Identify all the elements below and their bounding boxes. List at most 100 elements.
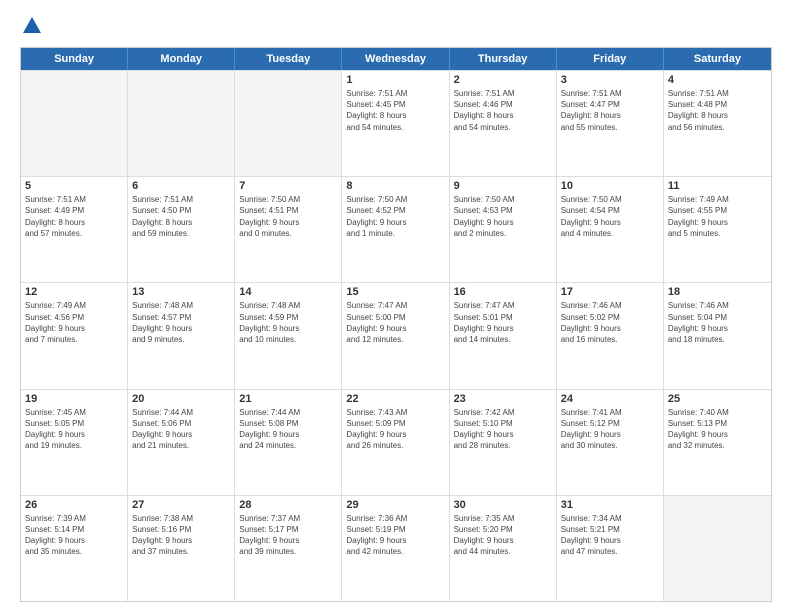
- day-number: 24: [561, 393, 659, 405]
- day-cell-22: 22 Sunrise: 7:43 AM Sunset: 5:09 PM Dayli…: [342, 390, 449, 495]
- cell-info: Sunrise: 7:44 AM Sunset: 5:08 PM Dayligh…: [239, 407, 337, 452]
- cell-info: Sunrise: 7:48 AM Sunset: 4:59 PM Dayligh…: [239, 300, 337, 345]
- cell-info: Sunrise: 7:46 AM Sunset: 5:02 PM Dayligh…: [561, 300, 659, 345]
- day-cell-4: 4 Sunrise: 7:51 AM Sunset: 4:48 PM Daylig…: [664, 71, 771, 176]
- day-number: 4: [668, 74, 767, 86]
- day-number: 9: [454, 180, 552, 192]
- cell-info: Sunrise: 7:50 AM Sunset: 4:52 PM Dayligh…: [346, 194, 444, 239]
- day-header-friday: Friday: [557, 48, 664, 70]
- day-header-tuesday: Tuesday: [235, 48, 342, 70]
- cell-info: Sunrise: 7:36 AM Sunset: 5:19 PM Dayligh…: [346, 513, 444, 558]
- day-number: 19: [25, 393, 123, 405]
- calendar: SundayMondayTuesdayWednesdayThursdayFrid…: [20, 47, 772, 602]
- day-cell-27: 27Sunrise: 7:38 AM Sunset: 5:16 PM Dayli…: [128, 496, 235, 601]
- day-cell-16: 16 Sunrise: 7:47 AM Sunset: 5:01 PM Dayli…: [450, 283, 557, 388]
- day-number: 16: [454, 286, 552, 298]
- day-cell-14: 14 Sunrise: 7:48 AM Sunset: 4:59 PM Dayli…: [235, 283, 342, 388]
- logo-icon: [21, 15, 43, 37]
- day-cell-21: 21 Sunrise: 7:44 AM Sunset: 5:08 PM Dayli…: [235, 390, 342, 495]
- day-number: 14: [239, 286, 337, 298]
- day-cell-26: 26 Sunrise: 7:39 AM Sunset: 5:14 PM Dayli…: [21, 496, 128, 601]
- calendar-header: SundayMondayTuesdayWednesdayThursdayFrid…: [21, 48, 771, 70]
- cell-info: Sunrise: 7:47 AM Sunset: 5:00 PM Dayligh…: [346, 300, 444, 345]
- cell-info: Sunrise: 7:50 AM Sunset: 4:53 PM Dayligh…: [454, 194, 552, 239]
- day-cell-13: 13 Sunrise: 7:48 AM Sunset: 4:57 PM Dayli…: [128, 283, 235, 388]
- cell-info: Sunrise: 7:35 AM Sunset: 5:20 PM Dayligh…: [454, 513, 552, 558]
- day-cell-20: 20 Sunrise: 7:44 AM Sunset: 5:06 PM Dayli…: [128, 390, 235, 495]
- day-number: 5: [25, 180, 123, 192]
- cell-info: Sunrise: 7:46 AM Sunset: 5:04 PM Dayligh…: [668, 300, 767, 345]
- day-number: 22: [346, 393, 444, 405]
- day-number: 23: [454, 393, 552, 405]
- cell-info: Sunrise: 7:38 AM Sunset: 5:16 PM Dayligh…: [132, 513, 230, 558]
- day-cell-23: 23 Sunrise: 7:42 AM Sunset: 5:10 PM Dayli…: [450, 390, 557, 495]
- week-row-4: 19Sunrise: 7:45 AM Sunset: 5:05 PM Dayli…: [21, 389, 771, 495]
- day-cell-9: 9 Sunrise: 7:50 AM Sunset: 4:53 PM Daylig…: [450, 177, 557, 282]
- cell-info: Sunrise: 7:50 AM Sunset: 4:51 PM Dayligh…: [239, 194, 337, 239]
- page: SundayMondayTuesdayWednesdayThursdayFrid…: [0, 0, 792, 612]
- day-header-monday: Monday: [128, 48, 235, 70]
- day-cell-28: 28Sunrise: 7:37 AM Sunset: 5:17 PM Dayli…: [235, 496, 342, 601]
- day-number: 25: [668, 393, 767, 405]
- day-header-wednesday: Wednesday: [342, 48, 449, 70]
- day-header-thursday: Thursday: [450, 48, 557, 70]
- day-number: 15: [346, 286, 444, 298]
- day-cell-18: 18 Sunrise: 7:46 AM Sunset: 5:04 PM Dayli…: [664, 283, 771, 388]
- day-number: 18: [668, 286, 767, 298]
- week-row-5: 26 Sunrise: 7:39 AM Sunset: 5:14 PM Dayli…: [21, 495, 771, 601]
- day-number: 3: [561, 74, 659, 86]
- cell-info: Sunrise: 7:49 AM Sunset: 4:55 PM Dayligh…: [668, 194, 767, 239]
- empty-cell: [21, 71, 128, 176]
- cell-info: Sunrise: 7:39 AM Sunset: 5:14 PM Dayligh…: [25, 513, 123, 558]
- day-number: 31: [561, 499, 659, 511]
- day-cell-2: 2 Sunrise: 7:51 AM Sunset: 4:46 PM Daylig…: [450, 71, 557, 176]
- day-number: 6: [132, 180, 230, 192]
- cell-info: Sunrise: 7:51 AM Sunset: 4:49 PM Dayligh…: [25, 194, 123, 239]
- day-number: 21: [239, 393, 337, 405]
- day-cell-3: 3 Sunrise: 7:51 AM Sunset: 4:47 PM Daylig…: [557, 71, 664, 176]
- day-cell-29: 29Sunrise: 7:36 AM Sunset: 5:19 PM Dayli…: [342, 496, 449, 601]
- cell-info: Sunrise: 7:51 AM Sunset: 4:45 PM Dayligh…: [346, 88, 444, 133]
- day-number: 26: [25, 499, 123, 511]
- cell-info: Sunrise: 7:51 AM Sunset: 4:50 PM Dayligh…: [132, 194, 230, 239]
- day-number: 13: [132, 286, 230, 298]
- day-cell-15: 15 Sunrise: 7:47 AM Sunset: 5:00 PM Dayli…: [342, 283, 449, 388]
- day-number: 28: [239, 499, 337, 511]
- cell-info: Sunrise: 7:34 AM Sunset: 5:21 PM Dayligh…: [561, 513, 659, 558]
- cell-info: Sunrise: 7:41 AM Sunset: 5:12 PM Dayligh…: [561, 407, 659, 452]
- day-number: 30: [454, 499, 552, 511]
- day-header-saturday: Saturday: [664, 48, 771, 70]
- cell-info: Sunrise: 7:47 AM Sunset: 5:01 PM Dayligh…: [454, 300, 552, 345]
- logo: [20, 15, 44, 37]
- day-cell-19: 19Sunrise: 7:45 AM Sunset: 5:05 PM Dayli…: [21, 390, 128, 495]
- day-cell-6: 6 Sunrise: 7:51 AM Sunset: 4:50 PM Daylig…: [128, 177, 235, 282]
- day-number: 8: [346, 180, 444, 192]
- day-number: 17: [561, 286, 659, 298]
- week-row-3: 12Sunrise: 7:49 AM Sunset: 4:56 PM Dayli…: [21, 282, 771, 388]
- cell-info: Sunrise: 7:51 AM Sunset: 4:47 PM Dayligh…: [561, 88, 659, 133]
- cell-info: Sunrise: 7:40 AM Sunset: 5:13 PM Dayligh…: [668, 407, 767, 452]
- cell-info: Sunrise: 7:51 AM Sunset: 4:46 PM Dayligh…: [454, 88, 552, 133]
- day-cell-17: 17 Sunrise: 7:46 AM Sunset: 5:02 PM Dayli…: [557, 283, 664, 388]
- day-cell-25: 25 Sunrise: 7:40 AM Sunset: 5:13 PM Dayli…: [664, 390, 771, 495]
- cell-info: Sunrise: 7:42 AM Sunset: 5:10 PM Dayligh…: [454, 407, 552, 452]
- empty-cell: [235, 71, 342, 176]
- cell-info: Sunrise: 7:44 AM Sunset: 5:06 PM Dayligh…: [132, 407, 230, 452]
- day-cell-24: 24 Sunrise: 7:41 AM Sunset: 5:12 PM Dayli…: [557, 390, 664, 495]
- calendar-body: 1Sunrise: 7:51 AM Sunset: 4:45 PM Daylig…: [21, 70, 771, 601]
- cell-info: Sunrise: 7:48 AM Sunset: 4:57 PM Dayligh…: [132, 300, 230, 345]
- week-row-2: 5 Sunrise: 7:51 AM Sunset: 4:49 PM Daylig…: [21, 176, 771, 282]
- day-number: 20: [132, 393, 230, 405]
- header: [20, 15, 772, 37]
- empty-cell: [664, 496, 771, 601]
- day-cell-10: 10Sunrise: 7:50 AM Sunset: 4:54 PM Dayli…: [557, 177, 664, 282]
- day-cell-31: 31 Sunrise: 7:34 AM Sunset: 5:21 PM Dayli…: [557, 496, 664, 601]
- day-number: 2: [454, 74, 552, 86]
- cell-info: Sunrise: 7:51 AM Sunset: 4:48 PM Dayligh…: [668, 88, 767, 133]
- day-cell-8: 8 Sunrise: 7:50 AM Sunset: 4:52 PM Daylig…: [342, 177, 449, 282]
- day-cell-30: 30 Sunrise: 7:35 AM Sunset: 5:20 PM Dayli…: [450, 496, 557, 601]
- cell-info: Sunrise: 7:43 AM Sunset: 5:09 PM Dayligh…: [346, 407, 444, 452]
- day-number: 12: [25, 286, 123, 298]
- day-cell-7: 7Sunrise: 7:50 AM Sunset: 4:51 PM Daylig…: [235, 177, 342, 282]
- cell-info: Sunrise: 7:50 AM Sunset: 4:54 PM Dayligh…: [561, 194, 659, 239]
